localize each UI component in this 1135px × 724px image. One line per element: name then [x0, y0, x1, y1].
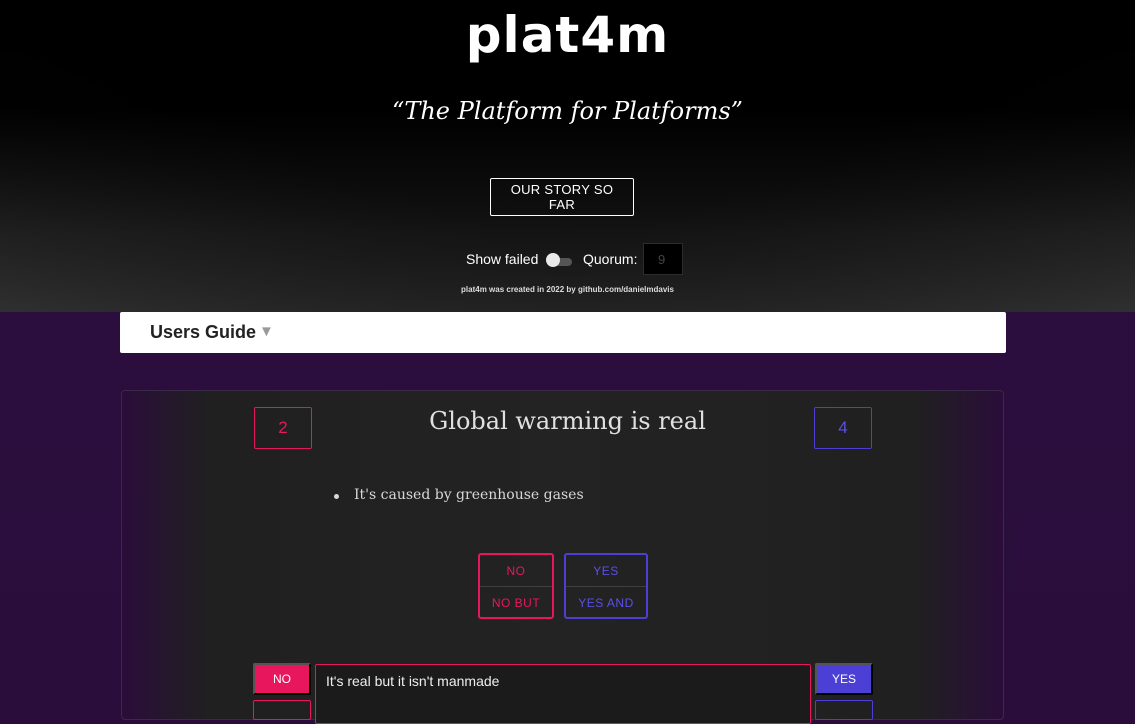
quorum-label: Quorum:	[583, 251, 638, 267]
bullet-icon	[334, 494, 339, 499]
users-guide-panel[interactable]: Users Guide ▼	[120, 312, 1006, 353]
reply-yes-secondary-button[interactable]	[815, 700, 873, 720]
reply-no-button[interactable]: NO	[253, 663, 311, 695]
header-controls: Show failed Quorum:	[0, 242, 1135, 276]
credit-text: plat4m was created in 2022 by github.com…	[461, 285, 674, 294]
reply-yes-button[interactable]: YES	[815, 663, 873, 695]
show-failed-label: Show failed	[466, 251, 539, 267]
quorum-input[interactable]	[643, 243, 683, 275]
toggle-knob[interactable]	[546, 253, 560, 267]
vote-no-button[interactable]: NO	[480, 555, 552, 586]
reply-input[interactable]: It's real but it isn't manmade	[315, 664, 811, 724]
logo: plat4m	[465, 6, 670, 64]
users-guide-title[interactable]: Users Guide	[150, 322, 256, 343]
our-story-button[interactable]: OUR STORY SO FAR	[490, 178, 634, 216]
vote-yes-button[interactable]: YES	[566, 555, 646, 586]
yes-vote-group: YES YES AND	[564, 553, 648, 619]
reason-text: It's caused by greenhouse gases	[354, 487, 584, 503]
caret-down-icon[interactable]: ▼	[259, 323, 274, 340]
vote-yes-and-button[interactable]: YES AND	[566, 586, 646, 618]
yes-count-badge: 4	[814, 407, 872, 449]
vote-no-but-button[interactable]: NO BUT	[480, 586, 552, 618]
tagline: “The Platform for Platforms”	[392, 97, 743, 125]
header: plat4m “The Platform for Platforms” OUR …	[0, 0, 1135, 312]
proposal-title: Global warming is real	[429, 407, 706, 435]
no-vote-group: NO NO BUT	[478, 553, 554, 619]
reply-no-secondary-button[interactable]	[253, 700, 311, 720]
